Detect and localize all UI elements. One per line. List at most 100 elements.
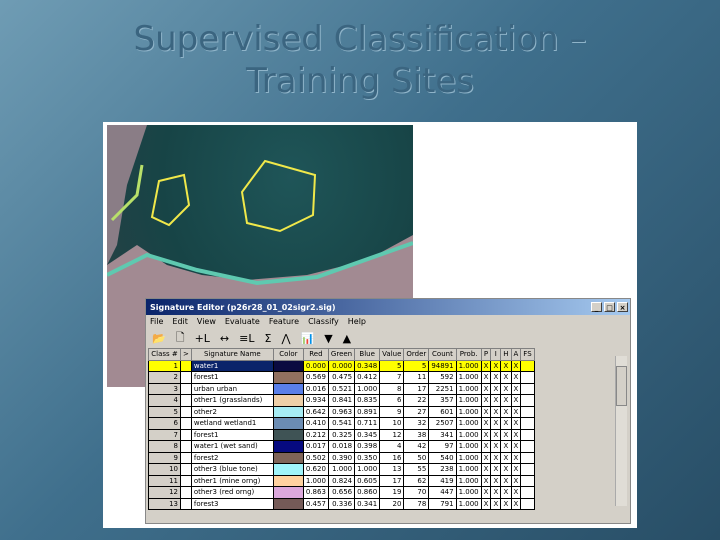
cell-p[interactable]: 1.000 bbox=[455, 440, 482, 453]
flag-cell[interactable]: X bbox=[500, 417, 512, 430]
flag-cell[interactable]: X bbox=[490, 486, 502, 499]
cell-v[interactable]: 17 bbox=[379, 474, 405, 487]
cell-v[interactable]: 16 bbox=[379, 451, 405, 464]
cell-n[interactable]: 8 bbox=[148, 440, 181, 453]
empty-cell[interactable] bbox=[180, 486, 192, 499]
cell-o[interactable]: 5 bbox=[403, 359, 430, 372]
menu-help[interactable]: Help bbox=[348, 317, 366, 326]
flag-cell[interactable]: X bbox=[480, 451, 492, 464]
empty-cell[interactable] bbox=[520, 382, 535, 395]
merge-icon[interactable]: ≡L bbox=[239, 332, 254, 345]
cell-o[interactable]: 32 bbox=[403, 417, 430, 430]
flag-cell[interactable]: X bbox=[500, 451, 512, 464]
flag-cell[interactable]: X bbox=[480, 359, 492, 372]
flag-cell[interactable]: X bbox=[510, 405, 522, 418]
empty-cell[interactable] bbox=[520, 428, 535, 441]
cell-p[interactable]: 1.000 bbox=[455, 474, 482, 487]
table-row[interactable]: 9 forest2 0.502 0.390 0.350 16 50 540 1.000 X X X X bbox=[148, 451, 535, 464]
cell-v[interactable]: 4 bbox=[379, 440, 405, 453]
flag-cell[interactable]: X bbox=[510, 359, 522, 372]
cell-v[interactable]: 9 bbox=[379, 405, 405, 418]
cell-o[interactable]: 55 bbox=[403, 463, 430, 476]
move-down-icon[interactable]: ▼ bbox=[324, 332, 332, 345]
column-header[interactable]: Signature Name bbox=[190, 348, 274, 361]
minimize-button[interactable]: _ bbox=[591, 302, 602, 312]
cell-b[interactable]: 0.398 bbox=[354, 440, 381, 453]
cell-p[interactable]: 1.000 bbox=[455, 394, 482, 407]
flag-cell[interactable]: X bbox=[490, 463, 502, 476]
cell-r[interactable]: 0.620 bbox=[302, 463, 329, 476]
flag-cell[interactable]: X bbox=[510, 440, 522, 453]
flag-cell[interactable]: X bbox=[490, 405, 502, 418]
table-row[interactable]: 3 urban urban 0.016 0.521 1.000 8 17 2251 1.000 X… bbox=[148, 382, 535, 395]
flag-cell[interactable]: X bbox=[480, 497, 492, 510]
flag-cell[interactable]: X bbox=[510, 428, 522, 441]
column-header[interactable]: Count bbox=[428, 348, 457, 361]
cell-c[interactable]: 341 bbox=[428, 428, 457, 441]
flag-cell[interactable]: X bbox=[510, 451, 522, 464]
column-header[interactable]: Order bbox=[403, 348, 430, 361]
cell-b[interactable]: 0.860 bbox=[354, 486, 381, 499]
empty-cell[interactable] bbox=[520, 359, 535, 372]
empty-cell[interactable] bbox=[180, 359, 192, 372]
color-swatch[interactable] bbox=[272, 451, 304, 464]
cell-name[interactable]: forest1 bbox=[190, 428, 274, 441]
flag-cell[interactable]: X bbox=[480, 405, 492, 418]
flag-cell[interactable]: X bbox=[490, 417, 502, 430]
flag-cell[interactable]: X bbox=[480, 394, 492, 407]
menu-classify[interactable]: Classify bbox=[308, 317, 339, 326]
cell-name[interactable]: water1 bbox=[190, 359, 274, 372]
cell-b[interactable]: 0.835 bbox=[354, 394, 381, 407]
cell-o[interactable]: 62 bbox=[403, 474, 430, 487]
cell-p[interactable]: 1.000 bbox=[455, 497, 482, 510]
cell-r[interactable]: 0.457 bbox=[302, 497, 329, 510]
cell-name[interactable]: other2 bbox=[190, 405, 274, 418]
flag-cell[interactable]: X bbox=[510, 371, 522, 384]
column-header[interactable]: Class # bbox=[148, 348, 181, 361]
empty-cell[interactable] bbox=[520, 486, 535, 499]
cell-c[interactable]: 419 bbox=[428, 474, 457, 487]
cell-n[interactable]: 12 bbox=[148, 486, 181, 499]
cell-v[interactable]: 7 bbox=[379, 371, 405, 384]
flag-cell[interactable]: X bbox=[510, 497, 522, 510]
empty-cell[interactable] bbox=[180, 451, 192, 464]
cell-c[interactable]: 791 bbox=[428, 497, 457, 510]
cell-g[interactable]: 0.841 bbox=[327, 394, 356, 407]
cell-v[interactable]: 20 bbox=[379, 497, 405, 510]
statistics-icon[interactable]: Σ bbox=[265, 332, 272, 345]
color-swatch[interactable] bbox=[272, 474, 304, 487]
vertical-scrollbar[interactable] bbox=[615, 356, 627, 506]
table-row[interactable]: 2 forest1 0.569 0.475 0.412 7 11 592 1.000 X X X X bbox=[148, 371, 535, 384]
cell-o[interactable]: 27 bbox=[403, 405, 430, 418]
color-swatch[interactable] bbox=[272, 359, 304, 372]
column-header[interactable]: > bbox=[180, 348, 192, 361]
cell-p[interactable]: 1.000 bbox=[455, 359, 482, 372]
move-up-icon[interactable]: ▲ bbox=[343, 332, 351, 345]
flag-cell[interactable]: X bbox=[480, 474, 492, 487]
flag-cell[interactable]: X bbox=[490, 474, 502, 487]
empty-cell[interactable] bbox=[520, 394, 535, 407]
color-swatch[interactable] bbox=[272, 417, 304, 430]
menu-view[interactable]: View bbox=[197, 317, 216, 326]
cell-c[interactable]: 447 bbox=[428, 486, 457, 499]
flag-cell[interactable]: X bbox=[480, 417, 492, 430]
cell-b[interactable]: 0.605 bbox=[354, 474, 381, 487]
column-header[interactable]: A bbox=[510, 348, 522, 361]
cell-c[interactable]: 2251 bbox=[428, 382, 457, 395]
column-header[interactable]: P bbox=[480, 348, 492, 361]
flag-cell[interactable]: X bbox=[490, 497, 502, 510]
cell-b[interactable]: 0.891 bbox=[354, 405, 381, 418]
table-row[interactable]: 4 other1 (grasslands) 0.934 0.841 0.835 6 22 35… bbox=[148, 394, 535, 407]
cell-name[interactable]: urban urban bbox=[190, 382, 274, 395]
flag-cell[interactable]: X bbox=[500, 428, 512, 441]
flag-cell[interactable]: X bbox=[500, 382, 512, 395]
flag-cell[interactable]: X bbox=[510, 486, 522, 499]
cell-p[interactable]: 1.000 bbox=[455, 417, 482, 430]
table-row[interactable]: 5 other2 0.642 0.963 0.891 9 27 601 1.000 X X X X bbox=[148, 405, 535, 418]
empty-cell[interactable] bbox=[180, 440, 192, 453]
flag-cell[interactable]: X bbox=[490, 371, 502, 384]
flag-cell[interactable]: X bbox=[510, 417, 522, 430]
cell-r[interactable]: 0.502 bbox=[302, 451, 329, 464]
menu-edit[interactable]: Edit bbox=[172, 317, 188, 326]
mean-plot-icon[interactable]: ⋀ bbox=[281, 332, 290, 345]
